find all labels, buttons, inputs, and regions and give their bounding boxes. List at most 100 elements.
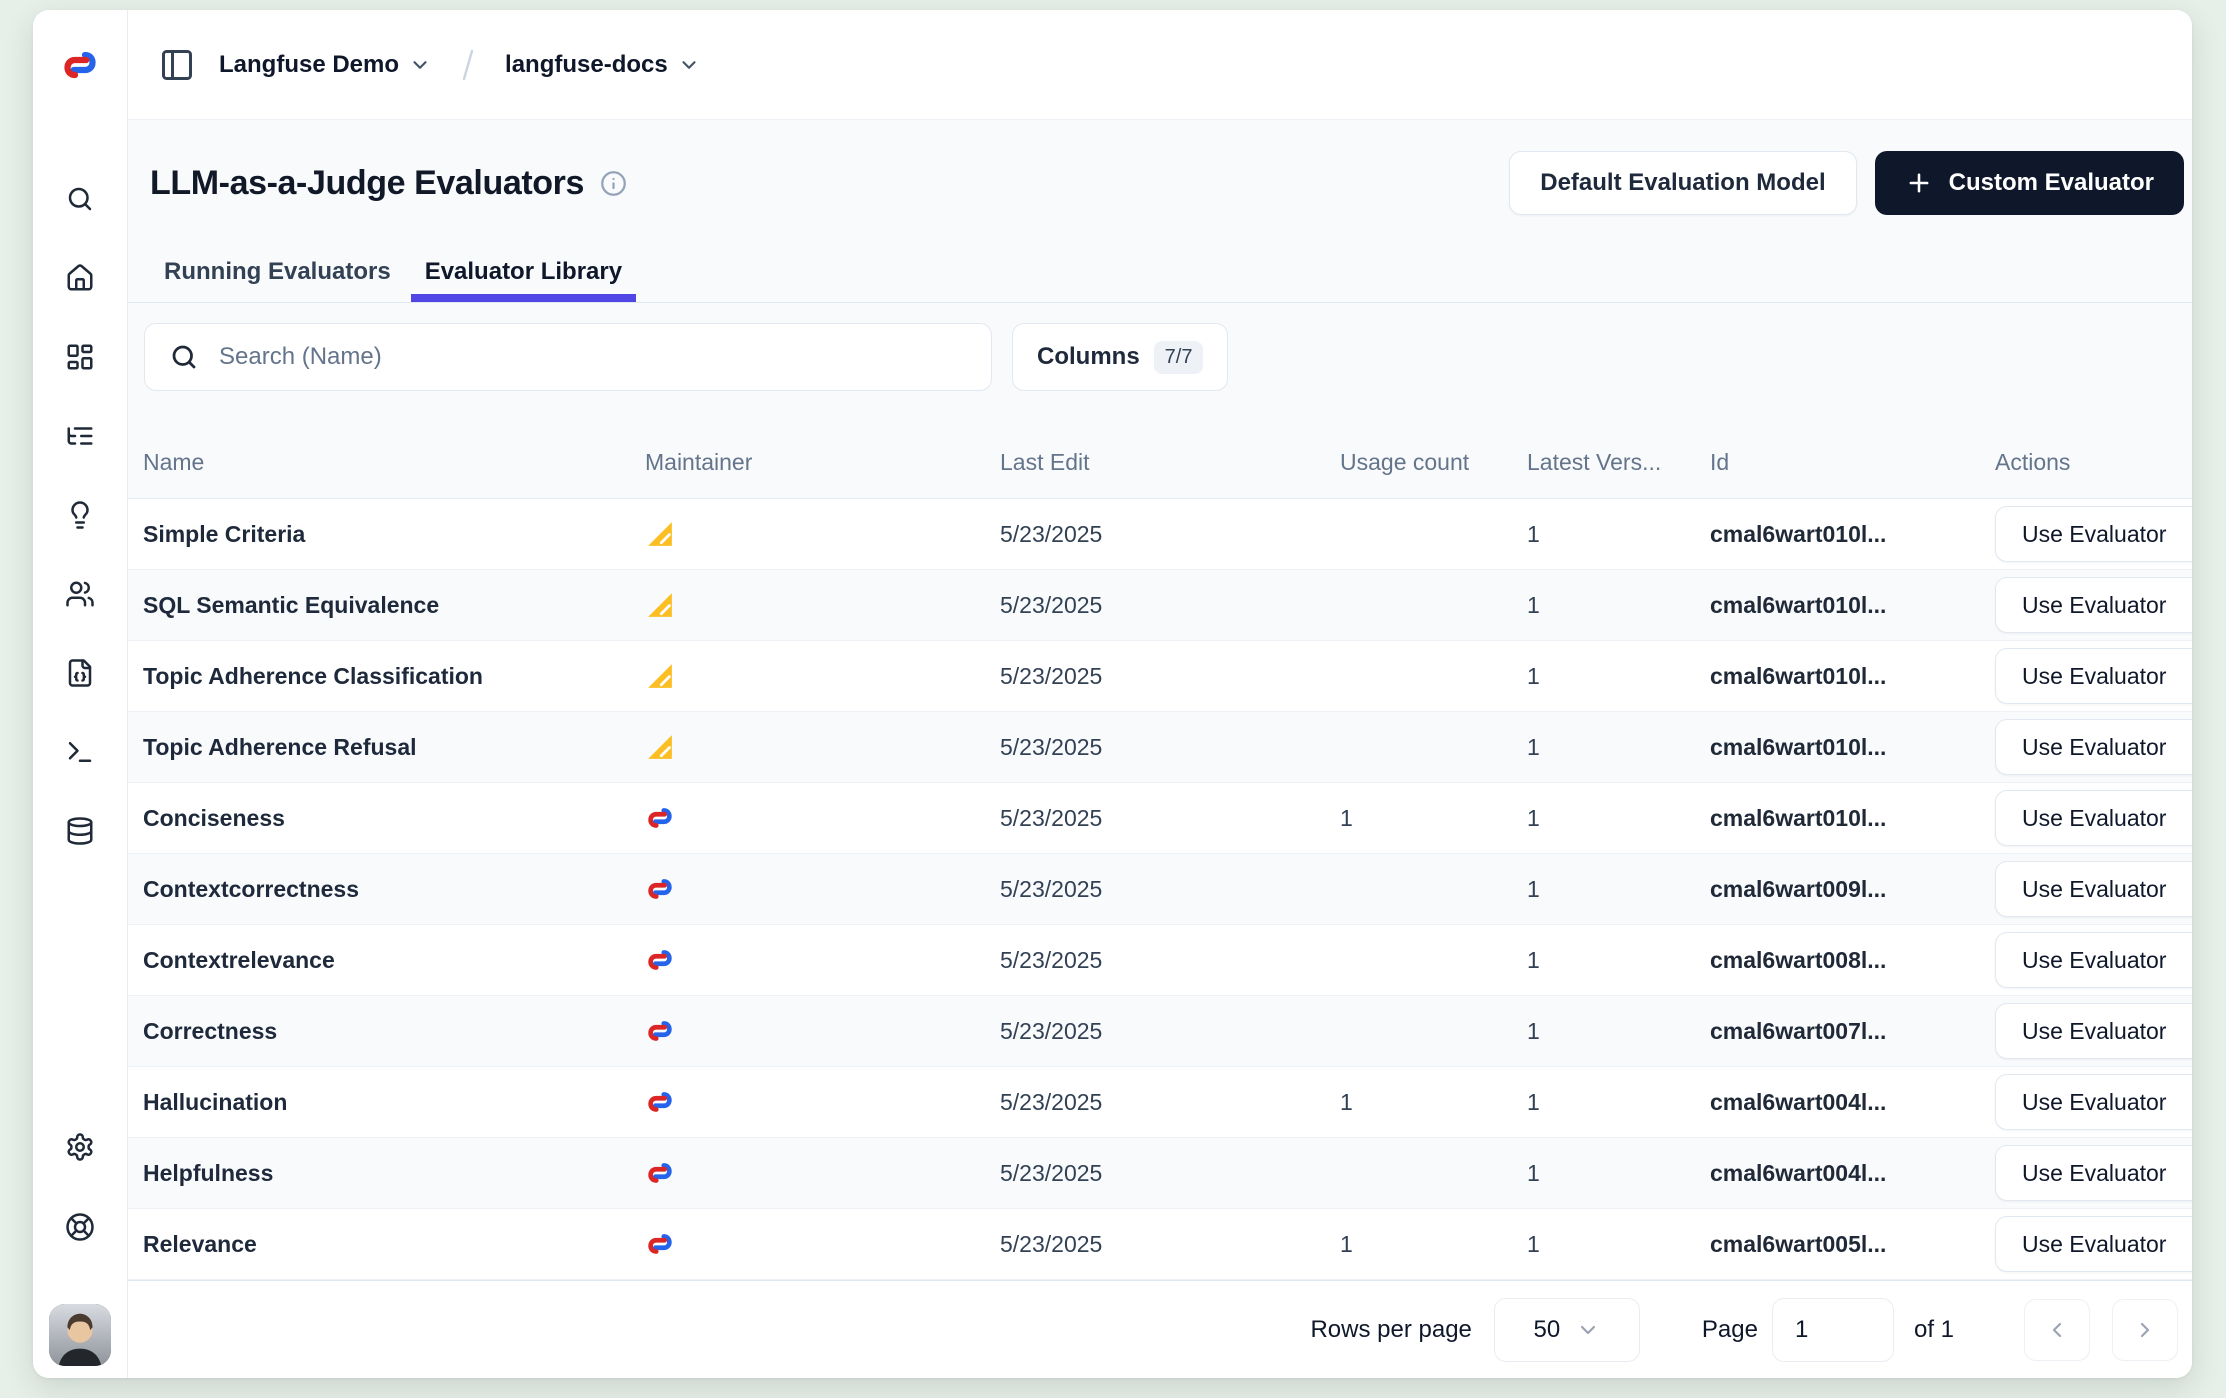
- org-switcher[interactable]: Langfuse Demo: [219, 51, 431, 79]
- maintainer-cell: [645, 1087, 1000, 1117]
- table-row[interactable]: Conciseness 5/23/2025 1 1 cmal6wart010l.…: [128, 783, 2192, 854]
- sidebar-nav: [64, 184, 96, 846]
- table-toolbar: Columns 7/7: [128, 303, 2192, 427]
- page-label: Page: [1702, 1316, 1758, 1344]
- previous-page-button[interactable]: [2024, 1299, 2090, 1361]
- column-header-actions[interactable]: Actions: [1995, 449, 2192, 476]
- latest-version: 1: [1527, 1018, 1710, 1045]
- sidebar-item-dashboards[interactable]: [64, 342, 96, 372]
- chevron-right-icon: [2133, 1318, 2157, 1342]
- sidebar-item-playground[interactable]: [64, 737, 96, 767]
- tabs: Running Evaluators Evaluator Library: [128, 258, 2192, 302]
- tab-evaluator-library[interactable]: Evaluator Library: [411, 258, 636, 302]
- table-row[interactable]: SQL Semantic Equivalence 5/23/2025 1 cma…: [128, 570, 2192, 641]
- table-row[interactable]: Topic Adherence Refusal 5/23/2025 1 cmal…: [128, 712, 2192, 783]
- evaluator-id: cmal6wart010l...: [1710, 663, 1995, 690]
- table-row[interactable]: Simple Criteria 5/23/2025 1 cmal6wart010…: [128, 499, 2192, 570]
- org-name: Langfuse Demo: [219, 51, 399, 79]
- column-header-name[interactable]: Name: [143, 449, 645, 476]
- last-edit-date: 5/23/2025: [1000, 1160, 1340, 1187]
- actions-cell: Use Evaluator: [1995, 790, 2192, 846]
- actions-cell: Use Evaluator: [1995, 1074, 2192, 1130]
- sidebar-item-users[interactable]: [64, 579, 96, 609]
- column-header-latest-version[interactable]: Latest Vers...: [1527, 449, 1710, 476]
- use-evaluator-button[interactable]: Use Evaluator: [1995, 1145, 2192, 1201]
- use-evaluator-button[interactable]: Use Evaluator: [1995, 648, 2192, 704]
- langfuse-icon: [645, 945, 675, 975]
- settings-button[interactable]: [64, 1132, 96, 1162]
- langfuse-icon: [645, 874, 675, 904]
- search-box[interactable]: [144, 323, 992, 391]
- custom-evaluator-label: Custom Evaluator: [1949, 169, 2154, 197]
- ragas-icon: [645, 661, 675, 691]
- org-logo[interactable]: [60, 10, 100, 120]
- use-evaluator-button[interactable]: Use Evaluator: [1995, 719, 2192, 775]
- sidebar-item-search[interactable]: [64, 184, 96, 214]
- columns-button[interactable]: Columns 7/7: [1012, 323, 1228, 391]
- maintainer-cell: [645, 874, 1000, 904]
- table-row[interactable]: Contextrelevance 5/23/2025 1 cmal6wart00…: [128, 925, 2192, 996]
- search-input[interactable]: [219, 343, 967, 371]
- column-header-usage-count[interactable]: Usage count: [1340, 449, 1527, 476]
- evaluator-name: Topic Adherence Refusal: [143, 734, 645, 761]
- use-evaluator-button[interactable]: Use Evaluator: [1995, 932, 2192, 988]
- sidebar-item-evaluation[interactable]: [64, 500, 96, 530]
- evaluator-id: cmal6wart009l...: [1710, 876, 1995, 903]
- table-row[interactable]: Relevance 5/23/2025 1 1 cmal6wart005l...…: [128, 1209, 2192, 1280]
- table-row[interactable]: Contextcorrectness 5/23/2025 1 cmal6wart…: [128, 854, 2192, 925]
- latest-version: 1: [1527, 947, 1710, 974]
- evaluator-name: Helpfulness: [143, 1160, 645, 1187]
- next-page-button[interactable]: [2112, 1299, 2178, 1361]
- sidebar-item-tracing[interactable]: [64, 421, 96, 451]
- tab-running-evaluators[interactable]: Running Evaluators: [150, 258, 405, 302]
- breadcrumb-separator: [455, 45, 481, 85]
- database-icon: [65, 816, 95, 846]
- maintainer-cell: [645, 519, 1000, 549]
- evaluator-name: Simple Criteria: [143, 521, 645, 548]
- evaluator-name: Contextrelevance: [143, 947, 645, 974]
- sidebar-toggle-button[interactable]: [159, 47, 195, 83]
- actions-cell: Use Evaluator: [1995, 719, 2192, 775]
- actions-cell: Use Evaluator: [1995, 577, 2192, 633]
- table-row[interactable]: Hallucination 5/23/2025 1 1 cmal6wart004…: [128, 1067, 2192, 1138]
- title-info-button[interactable]: [600, 170, 627, 197]
- use-evaluator-button[interactable]: Use Evaluator: [1995, 1216, 2192, 1272]
- use-evaluator-button[interactable]: Use Evaluator: [1995, 790, 2192, 846]
- use-evaluator-button[interactable]: Use Evaluator: [1995, 861, 2192, 917]
- use-evaluator-button[interactable]: Use Evaluator: [1995, 1074, 2192, 1130]
- top-bar: Langfuse Demo langfuse-docs: [128, 10, 2192, 120]
- langfuse-icon: [645, 1087, 675, 1117]
- rows-per-page-select[interactable]: 50: [1494, 1298, 1640, 1362]
- evaluator-id: cmal6wart007l...: [1710, 1018, 1995, 1045]
- column-header-last-edit[interactable]: Last Edit: [1000, 449, 1340, 476]
- info-icon: [600, 170, 627, 197]
- column-header-id[interactable]: Id: [1710, 449, 1995, 476]
- default-evaluation-model-button[interactable]: Default Evaluation Model: [1509, 151, 1856, 215]
- user-avatar[interactable]: [49, 1304, 111, 1366]
- sidebar-item-datasets[interactable]: [64, 816, 96, 846]
- page-number-input[interactable]: [1772, 1298, 1894, 1362]
- langfuse-icon: [645, 1158, 675, 1188]
- table-row[interactable]: Topic Adherence Classification 5/23/2025…: [128, 641, 2192, 712]
- last-edit-date: 5/23/2025: [1000, 521, 1340, 548]
- use-evaluator-button[interactable]: Use Evaluator: [1995, 577, 2192, 633]
- langfuse-icon: [645, 1229, 675, 1259]
- ragas-icon: [645, 519, 675, 549]
- evaluator-id: cmal6wart005l...: [1710, 1231, 1995, 1258]
- evaluator-name: Hallucination: [143, 1089, 645, 1116]
- table-row[interactable]: Correctness 5/23/2025 1 cmal6wart007l...…: [128, 996, 2192, 1067]
- sidebar-item-prompts[interactable]: [64, 658, 96, 688]
- sidebar-item-home[interactable]: [64, 263, 96, 293]
- evaluator-id: cmal6wart004l...: [1710, 1160, 1995, 1187]
- project-switcher[interactable]: langfuse-docs: [505, 51, 700, 79]
- evaluator-name: Correctness: [143, 1018, 645, 1045]
- table-row[interactable]: Helpfulness 5/23/2025 1 cmal6wart004l...…: [128, 1138, 2192, 1209]
- avatar-photo: [49, 1304, 111, 1366]
- use-evaluator-button[interactable]: Use Evaluator: [1995, 1003, 2192, 1059]
- use-evaluator-button[interactable]: Use Evaluator: [1995, 506, 2192, 562]
- table-body: Simple Criteria 5/23/2025 1 cmal6wart010…: [128, 499, 2192, 1280]
- custom-evaluator-button[interactable]: Custom Evaluator: [1875, 151, 2184, 215]
- column-header-maintainer[interactable]: Maintainer: [645, 449, 1000, 476]
- support-button[interactable]: [64, 1212, 96, 1242]
- maintainer-cell: [645, 732, 1000, 762]
